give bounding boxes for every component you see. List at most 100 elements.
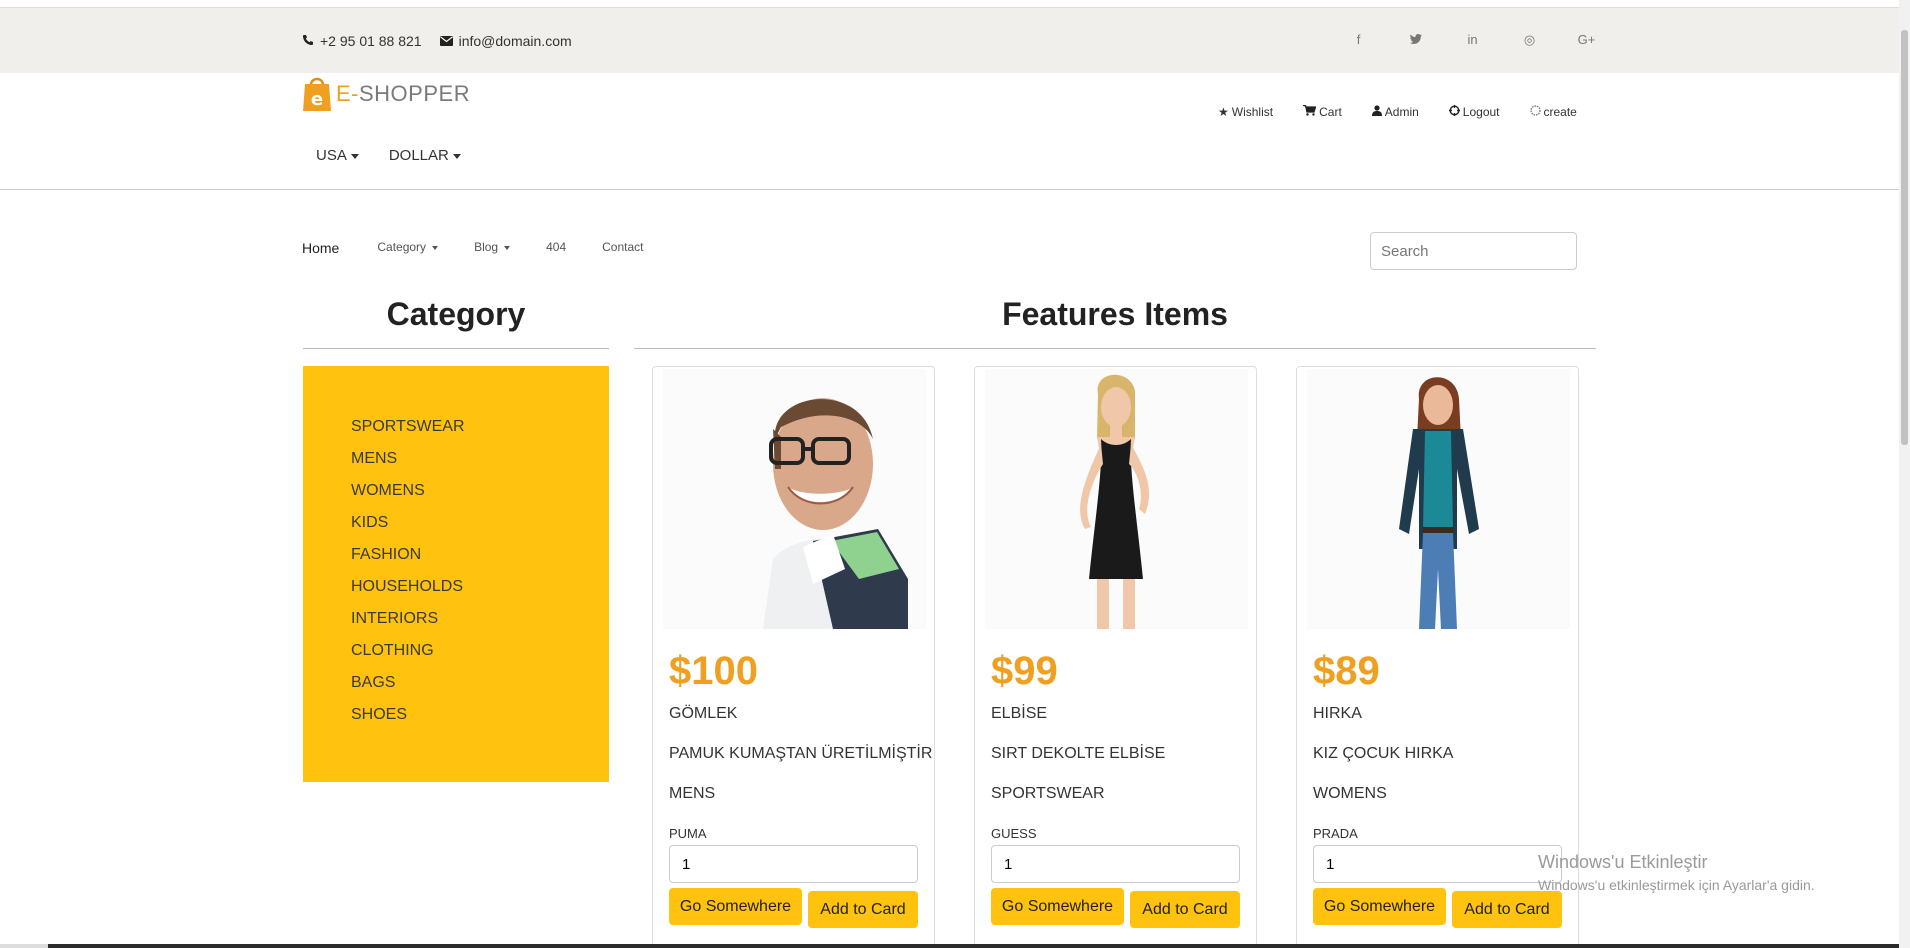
category-item-households[interactable]: HOUSEHOLDS xyxy=(351,577,465,609)
watermark-subtitle: Windows'u etkinleştirmek için Ayarlar'a … xyxy=(1538,877,1815,893)
twitter-icon[interactable] xyxy=(1387,32,1444,48)
product-brand: GUESS xyxy=(991,826,1037,841)
category-item-bags[interactable]: BAGS xyxy=(351,673,465,705)
product-name: GÖMLEK xyxy=(669,705,738,722)
star-icon: ★ xyxy=(1218,105,1229,119)
product-description: PAMUK KUMAŞTAN ÜRETİLMİŞTİR xyxy=(669,745,933,762)
category-item-kids[interactable]: KIDS xyxy=(351,513,465,545)
cart-link[interactable]: Cart xyxy=(1303,104,1342,119)
logo-letter: e xyxy=(311,89,323,110)
go-somewhere-button[interactable]: Go Somewhere xyxy=(991,888,1124,925)
google-plus-icon[interactable]: G+ xyxy=(1558,32,1615,48)
contact-info: +2 95 01 88 821 info@domain.com xyxy=(302,33,572,49)
product-image[interactable] xyxy=(985,369,1248,629)
product-name: ELBİSE xyxy=(991,705,1048,722)
crosshairs-icon xyxy=(1448,105,1460,119)
logo-text-e: E- xyxy=(336,81,359,106)
taskbar-edge xyxy=(0,944,1899,948)
category-item-clothing[interactable]: CLOTHING xyxy=(351,641,465,673)
features-heading: Features Items xyxy=(1002,296,1228,332)
product-price: $89 xyxy=(1313,649,1380,693)
product-card: $99 ELBİSE SIRT DEKOLTE ELBİSE SPORTSWEA… xyxy=(974,366,1257,948)
add-to-card-button[interactable]: Add to Card xyxy=(1452,891,1562,928)
product-card: $89 HIRKA KIZ ÇOCUK HIRKA WOMENS PRADA G… xyxy=(1296,366,1579,948)
top-bar: +2 95 01 88 821 info@domain.com f in ◎ G… xyxy=(0,8,1899,73)
category-item-mens[interactable]: MENS xyxy=(351,449,465,481)
envelope-icon xyxy=(439,33,453,49)
quantity-input[interactable] xyxy=(1313,845,1562,883)
email-address[interactable]: info@domain.com xyxy=(459,33,572,49)
locale-selectors: USA DOLLAR xyxy=(316,147,461,164)
social-links: f in ◎ G+ xyxy=(1330,32,1615,48)
add-to-card-button[interactable]: Add to Card xyxy=(808,891,918,928)
taskbar-edge-left xyxy=(0,944,48,948)
facebook-icon[interactable]: f xyxy=(1330,32,1387,48)
currency-dropdown[interactable]: DOLLAR xyxy=(389,147,461,164)
country-dropdown[interactable]: USA xyxy=(316,147,359,164)
main-nav: Home Category Blog 404 Contact xyxy=(302,240,679,256)
create-label: create xyxy=(1543,105,1577,119)
product-price: $100 xyxy=(669,649,758,693)
site-header: e E-SHOPPER USA DOLLAR ★ Wishlist Cart A… xyxy=(0,73,1899,190)
go-somewhere-button[interactable]: Go Somewhere xyxy=(669,888,802,925)
logout-link[interactable]: Logout xyxy=(1448,105,1500,119)
search-input[interactable] xyxy=(1370,232,1577,270)
logo-text: E-SHOPPER xyxy=(336,81,470,111)
add-to-card-button[interactable]: Add to Card xyxy=(1130,891,1240,928)
cart-icon xyxy=(1303,104,1317,119)
category-item-sportswear[interactable]: SPORTSWEAR xyxy=(351,417,465,449)
shopping-bag-icon: e xyxy=(302,73,332,111)
logo-text-shopper: SHOPPER xyxy=(359,81,471,106)
cart-label: Cart xyxy=(1319,105,1342,119)
product-name: HIRKA xyxy=(1313,705,1362,722)
windows-activation-watermark: Windows'u Etkinleştir Windows'u etkinleş… xyxy=(1538,852,1815,893)
product-image[interactable] xyxy=(663,369,926,629)
product-price: $99 xyxy=(991,649,1058,693)
category-item-interiors[interactable]: INTERIORS xyxy=(351,609,465,641)
features-heading-divider xyxy=(634,348,1596,349)
nav-404[interactable]: 404 xyxy=(546,240,566,256)
wishlist-label: Wishlist xyxy=(1231,105,1274,119)
email-contact: info@domain.com xyxy=(439,33,572,49)
product-brand: PRADA xyxy=(1313,826,1358,841)
nav-contact[interactable]: Contact xyxy=(602,240,643,256)
category-item-womens[interactable]: WOMENS xyxy=(351,481,465,513)
category-heading-divider xyxy=(303,348,609,349)
wishlist-link[interactable]: ★ Wishlist xyxy=(1218,105,1273,119)
site-logo[interactable]: e E-SHOPPER xyxy=(302,73,470,111)
linkedin-icon[interactable]: in xyxy=(1444,32,1501,48)
window-top-edge xyxy=(0,0,1910,8)
phone-number[interactable]: +2 95 01 88 821 xyxy=(320,33,422,49)
nav-blog-dropdown[interactable]: Blog xyxy=(474,240,510,256)
create-link[interactable]: create xyxy=(1529,105,1577,119)
user-icon xyxy=(1371,105,1382,119)
product-category: MENS xyxy=(669,785,716,802)
category-item-fashion[interactable]: FASHION xyxy=(351,545,465,577)
product-brand: PUMA xyxy=(669,826,707,841)
product-category: SPORTSWEAR xyxy=(991,785,1105,802)
nav-category-dropdown[interactable]: Category xyxy=(377,240,438,256)
category-heading: Category xyxy=(386,296,526,332)
category-item-shoes[interactable]: SHOES xyxy=(351,705,465,737)
admin-label: Admin xyxy=(1384,105,1419,119)
user-menu: ★ Wishlist Cart Admin Logout create xyxy=(1218,104,1577,119)
nav-home[interactable]: Home xyxy=(302,240,339,256)
category-list: SPORTSWEAR MENS WOMENS KIDS FASHION HOUS… xyxy=(351,417,465,737)
circle-dashed-icon xyxy=(1529,105,1541,119)
dribbble-icon[interactable]: ◎ xyxy=(1501,32,1558,48)
phone-icon xyxy=(302,33,314,49)
watermark-title: Windows'u Etkinleştir xyxy=(1538,852,1708,872)
quantity-input[interactable] xyxy=(991,845,1240,883)
scrollbar-thumb[interactable] xyxy=(1901,30,1908,445)
go-somewhere-button[interactable]: Go Somewhere xyxy=(1313,888,1446,925)
product-description: SIRT DEKOLTE ELBİSE xyxy=(991,745,1166,762)
product-card: $100 GÖMLEK PAMUK KUMAŞTAN ÜRETİLMİŞTİR … xyxy=(652,366,935,948)
logout-label: Logout xyxy=(1462,105,1500,119)
admin-link[interactable]: Admin xyxy=(1371,105,1419,119)
product-image[interactable] xyxy=(1307,369,1570,629)
phone-contact: +2 95 01 88 821 xyxy=(302,33,422,49)
category-panel: SPORTSWEAR MENS WOMENS KIDS FASHION HOUS… xyxy=(303,366,609,782)
product-category: WOMENS xyxy=(1313,785,1387,802)
quantity-input[interactable] xyxy=(669,845,918,883)
product-description: KIZ ÇOCUK HIRKA xyxy=(1313,745,1454,762)
